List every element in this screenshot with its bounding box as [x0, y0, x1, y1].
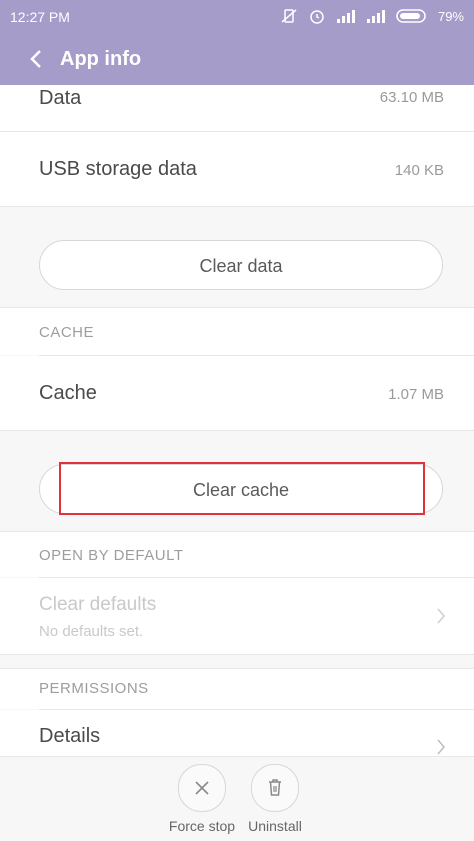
- clear-cache-section: Clear cache: [0, 431, 474, 531]
- signal-icon: [366, 10, 385, 23]
- usb-storage-value: 140 KB: [394, 162, 444, 179]
- battery-percent: 79%: [437, 8, 464, 24]
- clear-defaults-row[interactable]: Clear defaults No defaults set.: [0, 578, 474, 654]
- signal-icon: [336, 10, 355, 23]
- cache-section-header: CACHE: [0, 308, 474, 355]
- clear-data-button[interactable]: Clear data: [39, 240, 443, 290]
- open-by-default-title: OPEN BY DEFAULT: [39, 547, 184, 564]
- cache-row: Cache 1.07 MB: [0, 356, 474, 430]
- permissions-title: PERMISSIONS: [39, 680, 149, 697]
- force-stop-label: Force stop: [168, 818, 236, 834]
- uninstall-label: Uninstall: [248, 818, 302, 834]
- clear-cache-button[interactable]: Clear cache: [39, 464, 443, 514]
- details-row[interactable]: Details: [0, 710, 474, 756]
- back-arrow-icon[interactable]: [26, 47, 48, 71]
- chevron-right-icon: [437, 608, 445, 624]
- page-title: App info: [60, 48, 142, 70]
- open-by-default-header: OPEN BY DEFAULT: [0, 532, 474, 577]
- usb-storage-row: USB storage data 140 KB: [0, 132, 474, 206]
- force-stop-button[interactable]: [178, 764, 226, 812]
- uninstall-button[interactable]: [251, 764, 299, 812]
- divider: [0, 756, 474, 757]
- bottom-action-bar: Force stop Uninstall: [0, 756, 474, 841]
- cache-label: Cache: [39, 382, 97, 404]
- alarm-icon: [310, 10, 324, 24]
- data-row: Data 63.10 MB: [0, 85, 474, 131]
- chevron-right-icon: [437, 739, 445, 755]
- clear-defaults-subtitle: No defaults set.: [39, 623, 144, 640]
- app-bar: App info: [0, 35, 474, 85]
- details-label: Details: [39, 725, 101, 747]
- battery-icon: [396, 9, 426, 23]
- data-value: 63.10 MB: [379, 89, 444, 106]
- status-time: 12:27 PM: [10, 9, 70, 25]
- clear-data-section: Clear data: [0, 207, 474, 307]
- vibrate-off-icon: [281, 9, 297, 23]
- usb-storage-label: USB storage data: [39, 158, 197, 180]
- section-gap: [0, 655, 474, 668]
- permissions-header: PERMISSIONS: [0, 669, 474, 709]
- cache-section-title: CACHE: [39, 324, 95, 341]
- trash-icon: [269, 779, 281, 796]
- close-icon: [195, 781, 209, 795]
- cache-value: 1.07 MB: [388, 386, 444, 403]
- force-stop-action[interactable]: Force stop: [167, 764, 237, 834]
- uninstall-action[interactable]: Uninstall: [240, 764, 310, 834]
- content-scroll[interactable]: Data 63.10 MB USB storage data 140 KB Cl…: [0, 85, 474, 756]
- clear-defaults-title: Clear defaults: [39, 594, 157, 615]
- data-label: Data: [39, 87, 82, 109]
- status-icons: 79%: [280, 8, 464, 24]
- status-bar: 12:27 PM 79%: [0, 0, 474, 35]
